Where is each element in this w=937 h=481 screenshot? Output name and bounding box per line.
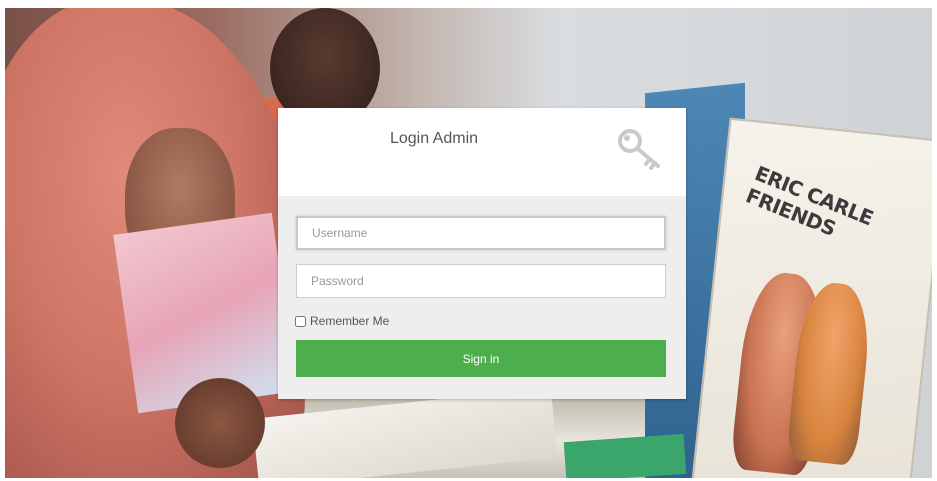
- login-header: Login Admin: [278, 108, 686, 196]
- username-input[interactable]: [296, 216, 666, 250]
- background-green-book: [563, 433, 687, 478]
- remember-me-label: Remember Me: [310, 314, 390, 328]
- key-icon: [618, 129, 660, 170]
- remember-me-checkbox[interactable]: [295, 315, 306, 327]
- login-title: Login Admin: [389, 130, 479, 147]
- background-hand: [175, 378, 265, 468]
- remember-me[interactable]: Remember Me: [295, 313, 389, 329]
- sign-in-button[interactable]: Sign in: [296, 340, 666, 377]
- login-panel: Login Admin Remember Me Sign in: [278, 108, 686, 399]
- password-input[interactable]: [296, 264, 666, 298]
